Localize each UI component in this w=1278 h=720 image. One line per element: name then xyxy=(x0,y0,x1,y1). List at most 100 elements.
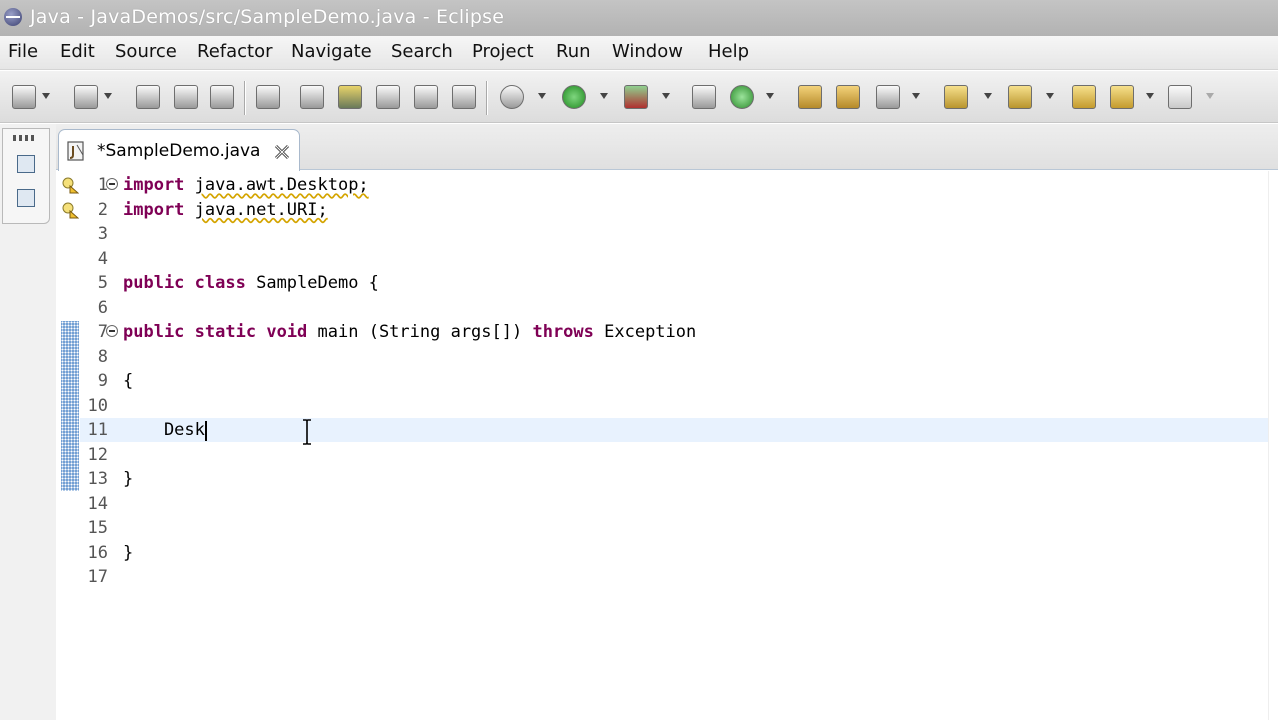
code-line: Desk xyxy=(123,420,205,440)
last-edit-icon[interactable] xyxy=(1072,85,1096,109)
forward-icon[interactable] xyxy=(1168,85,1192,109)
menu-refactor[interactable]: Refactor xyxy=(197,41,273,62)
minimized-view-stack xyxy=(2,128,50,224)
new-wizard-icon[interactable] xyxy=(12,85,36,109)
line-number: 4 xyxy=(97,248,108,269)
warning-bulb-icon[interactable] xyxy=(61,201,79,219)
open-type-icon[interactable] xyxy=(74,85,98,109)
code-token: Desk xyxy=(123,420,205,440)
toolbar-separator xyxy=(244,81,246,115)
line-number: 10 xyxy=(87,395,108,416)
current-line-highlight xyxy=(80,418,1278,442)
menu-navigate[interactable]: Navigate xyxy=(291,41,372,62)
code-line: } xyxy=(123,469,133,489)
pen-icon[interactable] xyxy=(876,85,900,109)
run-dropdown-icon[interactable] xyxy=(600,93,608,99)
prev-annotation-icon[interactable] xyxy=(1008,85,1032,109)
line-number: 6 xyxy=(97,297,108,318)
menu-help[interactable]: Help xyxy=(708,41,749,62)
keyword-token: import xyxy=(123,175,185,195)
debug-target-icon[interactable] xyxy=(300,85,324,109)
editor-tab-strip: *SampleDemo.java xyxy=(56,124,1278,171)
new-class-icon[interactable] xyxy=(730,85,754,109)
open-project-icon[interactable] xyxy=(836,85,860,109)
external-tools-dropdown-icon[interactable] xyxy=(662,93,670,99)
tab-label: *SampleDemo.java xyxy=(97,141,261,161)
external-tools-icon[interactable] xyxy=(624,85,648,109)
new-package-icon[interactable] xyxy=(692,85,716,109)
code-line: import java.net.URI; xyxy=(123,200,328,220)
menu-file[interactable]: File xyxy=(8,41,38,62)
text-caret xyxy=(204,421,207,441)
menu-window[interactable]: Window xyxy=(612,41,683,62)
view-menu-icon[interactable] xyxy=(13,135,37,141)
code-line: } xyxy=(123,543,133,563)
line-number: 15 xyxy=(87,518,108,538)
line-number: 12 xyxy=(87,444,108,465)
menu-project[interactable]: Project xyxy=(472,41,534,62)
open-folder-icon[interactable] xyxy=(798,85,822,109)
code-editor[interactable]: 1 2 3 4 5 6 7 8 9 10 11 12 13 14 15 16 17 import java.aw… xyxy=(56,171,1278,720)
next-annotation-dropdown-icon[interactable] xyxy=(984,93,992,99)
menu-edit[interactable]: Edit xyxy=(60,41,95,62)
line-number: 2 xyxy=(97,199,108,220)
save-all-icon[interactable] xyxy=(174,85,198,109)
tab-sampledemo-java[interactable]: *SampleDemo.java xyxy=(58,129,300,171)
menu-run[interactable]: Run xyxy=(556,41,591,62)
mark-occurrences-icon[interactable] xyxy=(338,85,362,109)
keyword-token: import xyxy=(123,199,185,220)
search-icon[interactable] xyxy=(256,85,280,109)
close-icon[interactable] xyxy=(273,143,291,161)
keyword-token: public xyxy=(123,322,185,342)
menu-search[interactable]: Search xyxy=(391,41,453,62)
forward-dropdown-icon[interactable] xyxy=(1206,93,1214,99)
next-annotation-icon[interactable] xyxy=(944,85,968,109)
show-whitespace-icon[interactable] xyxy=(414,85,438,109)
quick-diff-change-bar xyxy=(61,321,79,491)
prev-annotation-dropdown-icon[interactable] xyxy=(1046,93,1054,99)
keyword-token: public xyxy=(123,273,185,293)
package-explorer-icon[interactable] xyxy=(17,189,35,207)
menu-source[interactable]: Source xyxy=(115,41,177,62)
line-number: 3 xyxy=(97,224,108,244)
keyword-token: static xyxy=(194,322,257,342)
ant-icon[interactable] xyxy=(500,85,524,109)
restore-icon[interactable] xyxy=(17,155,35,173)
line-number: 9 xyxy=(97,371,108,391)
toggle-breadcrumb-icon[interactable] xyxy=(376,85,400,109)
line-number: 8 xyxy=(97,346,108,367)
code-token: SampleDemo { xyxy=(245,273,379,293)
line-number: 13 xyxy=(87,469,108,489)
save-icon[interactable] xyxy=(136,85,160,109)
warning-bulb-icon[interactable] xyxy=(61,176,79,194)
keyword-token: class xyxy=(194,273,246,293)
toolbar-separator xyxy=(486,81,488,115)
keyword-token: void xyxy=(266,322,308,342)
eclipse-icon[interactable] xyxy=(4,8,22,26)
block-selection-icon[interactable] xyxy=(452,85,476,109)
java-file-icon xyxy=(67,141,84,161)
run-icon[interactable] xyxy=(562,85,586,109)
code-token: java.awt.Desktop; xyxy=(194,175,369,195)
line-number: 7 xyxy=(97,322,108,342)
back-icon[interactable] xyxy=(1110,85,1134,109)
pen-dropdown-icon[interactable] xyxy=(912,93,920,99)
print-icon[interactable] xyxy=(210,85,234,109)
code-token: java.net.URI; xyxy=(194,199,328,220)
code-token: { xyxy=(123,371,134,391)
code-token: main (String args[]) xyxy=(307,322,533,342)
line-number: 1 xyxy=(97,175,108,195)
new-class-dropdown-icon[interactable] xyxy=(766,93,774,99)
keyword-token: throws xyxy=(532,322,594,342)
open-type-dropdown-icon[interactable] xyxy=(104,93,112,99)
title-bar: Java - JavaDemos/src/SampleDemo.java - E… xyxy=(0,0,1278,36)
menu-bar: File Edit Source Refactor Navigate Searc… xyxy=(0,36,1278,70)
ant-dropdown-icon[interactable] xyxy=(538,93,546,99)
editor-vertical-scrollbar[interactable] xyxy=(1268,171,1278,720)
line-number: 14 xyxy=(87,493,108,514)
back-dropdown-icon[interactable] xyxy=(1146,93,1154,99)
new-dropdown-icon[interactable] xyxy=(42,93,50,99)
